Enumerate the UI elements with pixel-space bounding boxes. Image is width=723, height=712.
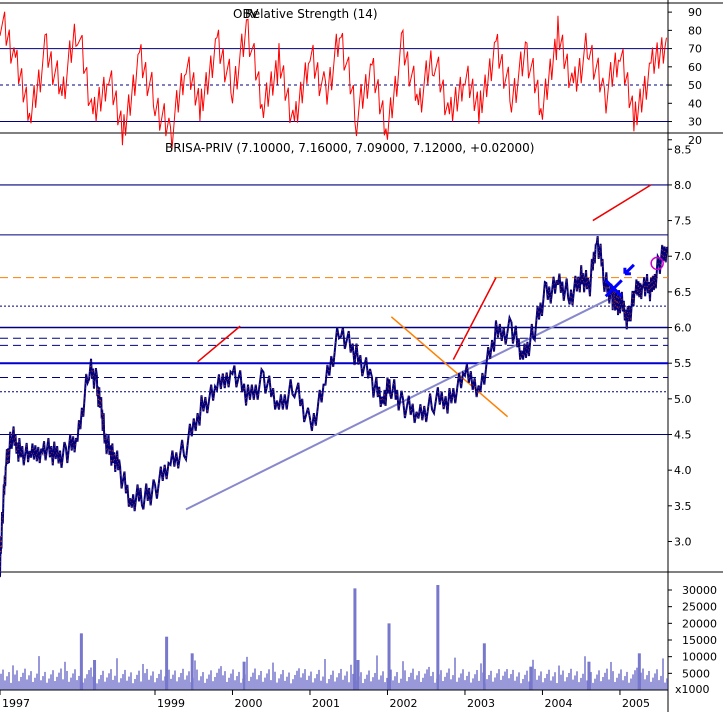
rsi-tick-label: 70 — [688, 43, 702, 56]
rsi-tick-label: 90 — [688, 6, 702, 19]
price-tick-label: 6.5 — [674, 286, 692, 299]
price-tick-label: 3.0 — [674, 535, 692, 548]
rsi-tick-label: 50 — [688, 79, 702, 92]
price-tick-label: 7.5 — [674, 215, 692, 228]
price-tick-label: 8.5 — [674, 143, 692, 156]
price-tick-label: 8.0 — [674, 179, 692, 192]
price-tick-label: 3.5 — [674, 500, 692, 513]
rsi-tick-label: 60 — [688, 61, 702, 74]
volume-tick-label: 20000 — [682, 617, 717, 630]
volume-tick-label: 25000 — [682, 601, 717, 614]
x-tick-label: 2004 — [544, 697, 572, 710]
price-tick-label: 7.0 — [674, 250, 692, 263]
x-tick-label: 2005 — [622, 697, 650, 710]
volume-tick-label: 10000 — [682, 651, 717, 664]
volume-tick-label: 15000 — [682, 634, 717, 647]
volume-tick-label: 30000 — [682, 584, 717, 597]
stock-chart: 2030405060708090 3.03.54.04.55.05.56.06.… — [0, 0, 723, 712]
price-tick-label: 4.5 — [674, 429, 692, 442]
rsi-tick-label: 30 — [688, 116, 702, 129]
price-tick-label: 4.0 — [674, 464, 692, 477]
x-tick-label: 2003 — [467, 697, 495, 710]
x-tick-label: 1997 — [2, 697, 30, 710]
price-panel-title: BRISA-PRIV (7.10000, 7.16000, 7.09000, 7… — [165, 141, 534, 155]
x-tick-label: 1999 — [157, 697, 185, 710]
price-tick-label: 6.0 — [674, 322, 692, 335]
rsi-tick-label: 80 — [688, 24, 702, 37]
rsi-panel-title: Relative Strength (14) — [245, 7, 378, 21]
price-tick-label: 5.5 — [674, 357, 692, 370]
x-tick-label: 2001 — [312, 697, 340, 710]
chart-background — [0, 0, 723, 712]
x-tick-label: 2000 — [234, 697, 262, 710]
price-tick-label: 5.0 — [674, 393, 692, 406]
rsi-tick-label: 40 — [688, 97, 702, 110]
x-tick-label: 2002 — [389, 697, 417, 710]
volume-tick-label: 5000 — [682, 667, 710, 680]
volume-unit-label: x1000 — [675, 683, 710, 696]
